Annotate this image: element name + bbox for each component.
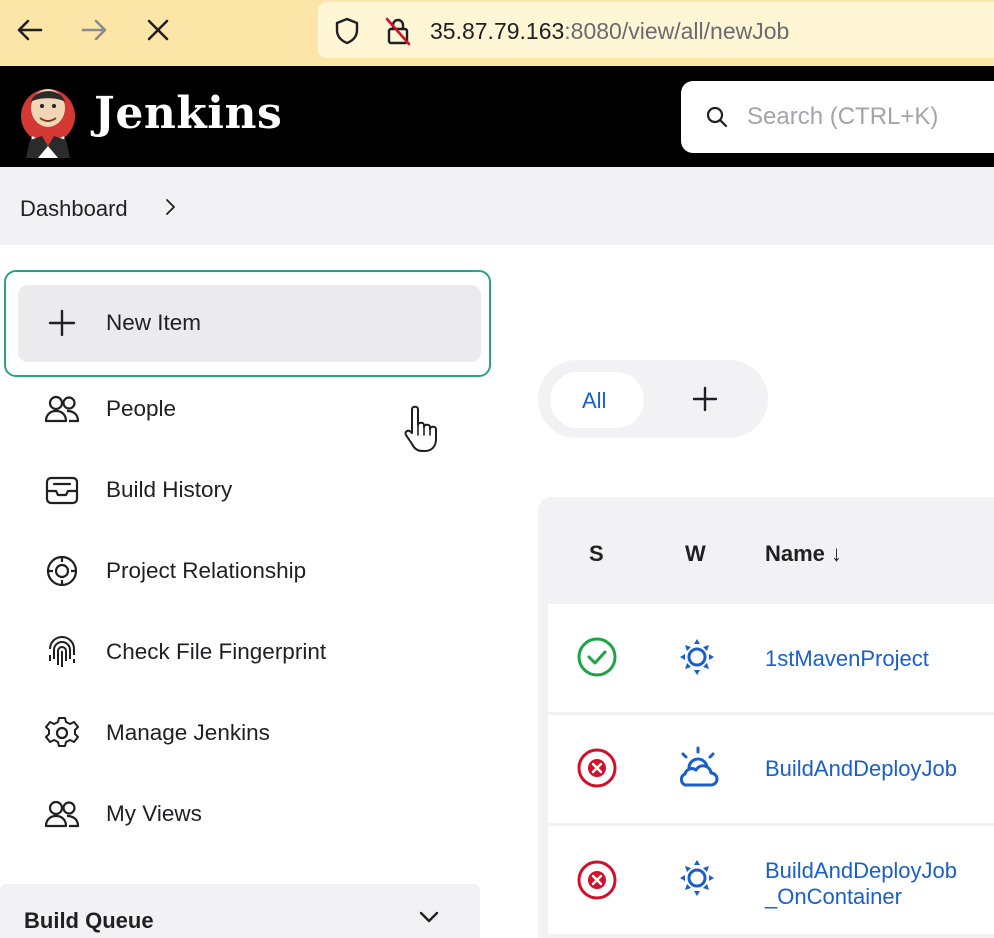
- sort-arrow-icon: ↓: [831, 541, 843, 566]
- sidebar-item-label: New Item: [106, 310, 202, 335]
- success-status-icon: [577, 637, 617, 677]
- sidebar-item-check-file-fingerprint[interactable]: Check File Fingerprint: [20, 617, 488, 687]
- add-view-icon[interactable]: [690, 384, 720, 414]
- jenkins-header: Jenkins: [0, 66, 994, 167]
- sidebar-item-label: My Views: [106, 801, 202, 826]
- people-icon: [44, 796, 80, 832]
- inbox-icon: [44, 472, 80, 508]
- search-icon: [706, 106, 728, 128]
- fingerprint-icon: [44, 634, 80, 670]
- job-link[interactable]: BuildAndDeployJob _OnContainer: [765, 858, 957, 910]
- job-link[interactable]: BuildAndDeployJob: [765, 756, 957, 782]
- browser-toolbar: 35.87.79.163:8080/view/all/newJob: [0, 0, 994, 66]
- chevron-right-icon[interactable]: [164, 196, 178, 218]
- sidebar-item-label: Build History: [106, 477, 233, 502]
- sidebar-item-label: People: [106, 396, 177, 421]
- build-queue-title: Build Queue: [24, 908, 154, 933]
- job-link[interactable]: 1stMavenProject: [765, 646, 929, 672]
- relationship-icon: [44, 553, 80, 589]
- stop-button[interactable]: [140, 12, 176, 48]
- search-input[interactable]: [747, 99, 994, 135]
- build-queue-panel[interactable]: Build Queue: [0, 884, 480, 938]
- sidebar-item-label: Project Relationship: [106, 558, 307, 583]
- insecure-lock-icon: [385, 17, 411, 46]
- plus-icon: [44, 305, 80, 341]
- jenkins-logo[interactable]: [18, 78, 78, 158]
- back-button[interactable]: [12, 12, 48, 48]
- sidebar-item-build-history[interactable]: Build History: [20, 455, 488, 525]
- close-icon: [147, 19, 169, 41]
- tab-all-label[interactable]: All: [582, 388, 606, 414]
- sidebar-item-my-views[interactable]: My Views: [20, 779, 488, 849]
- sidebar-item-project-relationship[interactable]: Project Relationship: [20, 536, 488, 606]
- brand-title[interactable]: Jenkins: [94, 88, 282, 139]
- cloudy-weather-icon: [679, 746, 719, 787]
- people-icon: [44, 391, 80, 427]
- column-header-name[interactable]: Name ↓: [765, 541, 842, 567]
- search-box[interactable]: [681, 81, 994, 153]
- hand-cursor-icon: [404, 405, 437, 452]
- arrow-right-icon: [81, 19, 107, 41]
- breadcrumb-dashboard[interactable]: Dashboard: [20, 196, 128, 222]
- shield-icon: [335, 17, 359, 45]
- chevron-down-icon[interactable]: [418, 910, 440, 924]
- sunny-weather-icon: [680, 639, 714, 675]
- gear-icon: [44, 715, 80, 751]
- forward-button[interactable]: [76, 12, 112, 48]
- column-header-status[interactable]: S: [589, 541, 604, 567]
- sunny-weather-icon: [680, 860, 714, 896]
- failed-status-icon: [577, 748, 617, 788]
- breadcrumb: Dashboard: [0, 167, 994, 245]
- arrow-left-icon: [17, 19, 43, 41]
- sidebar-item-label: Manage Jenkins: [106, 720, 270, 745]
- failed-status-icon: [577, 860, 617, 900]
- address-bar[interactable]: 35.87.79.163:8080/view/all/newJob: [318, 2, 994, 58]
- sidebar-item-new-item[interactable]: New Item: [20, 288, 488, 358]
- column-header-weather[interactable]: W: [685, 541, 706, 567]
- url-text: 35.87.79.163:8080/view/all/newJob: [430, 18, 790, 44]
- sidebar-item-label: Check File Fingerprint: [106, 639, 327, 664]
- sidebar-item-manage-jenkins[interactable]: Manage Jenkins: [20, 698, 488, 768]
